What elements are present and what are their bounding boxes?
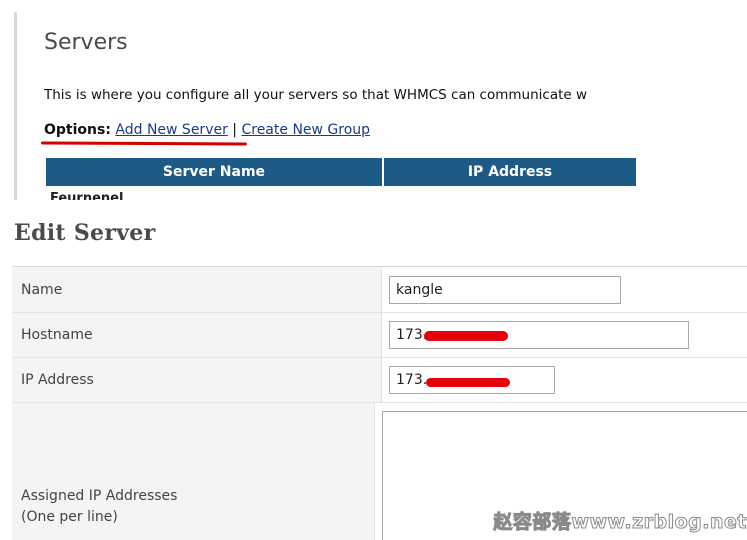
name-input-value: kangle [396, 281, 443, 298]
options-bar: Options: Add New Server | Create New Gro… [44, 122, 370, 138]
hostname-input[interactable]: 173. [389, 321, 689, 349]
servers-panel: Servers This is where you configure all … [0, 0, 747, 205]
table-row-partial: Feurnenel [50, 191, 124, 200]
hostname-label: Hostname [12, 313, 382, 357]
options-separator: | [232, 122, 238, 138]
form-row-name: Name kangle [12, 267, 747, 313]
watermark-text: 赵容部落www.zrblog.net [493, 511, 747, 534]
form-row-ip-address: IP Address 173. [12, 358, 747, 403]
hostname-input-value: 173. [396, 327, 428, 343]
assigned-ips-label-line2: (One per line) [21, 509, 118, 525]
name-input[interactable]: kangle [389, 275, 621, 304]
servers-description: This is where you configure all your ser… [44, 87, 588, 103]
page-title: Servers [44, 30, 128, 55]
ip-address-input-value: 173. [396, 372, 428, 388]
servers-table-header: Server Name IP Address [46, 158, 636, 186]
column-header-ip-address[interactable]: IP Address [384, 158, 636, 186]
form-row-hostname: Hostname 173. [12, 313, 747, 358]
ip-address-label: IP Address [12, 358, 382, 402]
ip-address-input[interactable]: 173. [389, 366, 555, 394]
add-new-server-link[interactable]: Add New Server [115, 122, 227, 138]
column-header-server-name[interactable]: Server Name [46, 158, 384, 186]
assigned-ips-label: Assigned IP Addresses (One per line) [12, 403, 375, 540]
edit-server-form: Name kangle Hostname 173. IP Address 173… [12, 266, 747, 540]
options-label: Options: [44, 122, 111, 138]
name-label: Name [12, 267, 382, 312]
redaction-mark [426, 378, 510, 387]
create-new-group-link[interactable]: Create New Group [241, 122, 370, 138]
assigned-ips-label-line1: Assigned IP Addresses [21, 488, 178, 504]
panel-left-border [14, 12, 17, 200]
edit-server-title: Edit Server [14, 220, 156, 246]
redaction-mark [424, 331, 508, 341]
red-annotation-underline [40, 141, 248, 146]
